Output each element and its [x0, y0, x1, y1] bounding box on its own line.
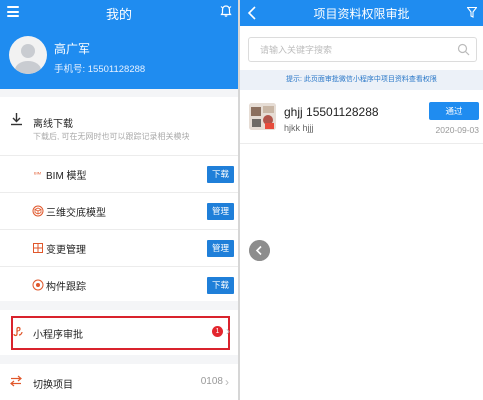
switch-project-row[interactable]: 切换项目 0108 ›: [0, 364, 238, 400]
list-item-3d-model[interactable]: 三维交底模型 管理: [0, 193, 238, 230]
page-title: 我的: [105, 7, 132, 22]
floating-back-icon[interactable]: [249, 240, 270, 261]
list-item-label: BIM 模型: [46, 171, 87, 182]
user-phone: 手机号: 15501128288: [54, 64, 146, 75]
right-screen: 项目资料权限审批 提示: 此页面审批微信小程序中项目资料查看权限 ghjj 15…: [240, 0, 483, 400]
list-item-change-management[interactable]: 变更管理 管理: [0, 230, 238, 267]
top-bar: 我的: [0, 0, 238, 26]
switch-icon: [10, 375, 22, 387]
notification-badge: 1: [212, 326, 223, 337]
page-title: 项目资料权限审批: [313, 7, 410, 21]
list-item-bim[interactable]: BIM BIM 模型 下载: [0, 156, 238, 193]
project-code: 0108: [200, 376, 223, 387]
profile-header: 我的 高广军 手机号: 15501128288: [0, 0, 238, 89]
applicant-name: ghjj 15501128288: [284, 105, 379, 119]
approval-record[interactable]: ghjj 15501128288 hjkk hjjj 通过 2020-09-03: [240, 96, 483, 144]
user-profile[interactable]: 高广军 手机号: 15501128288: [9, 36, 229, 76]
svg-text:BIM: BIM: [34, 171, 41, 176]
bim-icon: BIM: [34, 171, 41, 176]
list-item-label: 三维交底模型: [46, 208, 106, 219]
filter-icon[interactable]: [467, 7, 477, 18]
offline-download-row[interactable]: 离线下载 下载后, 可在无网时也可以跟踪记录相关模块: [0, 97, 238, 156]
search-input[interactable]: [249, 38, 449, 61]
download-icon: [11, 113, 22, 126]
applicant-info: hjkk hjjj: [284, 123, 314, 133]
left-screen: 我的 高广军 手机号: 15501128288 离线下载 下载后, 可在无网时也…: [0, 0, 238, 400]
approve-button[interactable]: 通过: [429, 102, 479, 120]
search-box[interactable]: [248, 37, 477, 62]
change-icon: [33, 243, 43, 253]
chevron-right-icon: ›: [225, 375, 229, 389]
list-item-label: 构件跟踪: [46, 282, 86, 293]
list-item-label: 变更管理: [46, 245, 86, 256]
download-button[interactable]: 下载: [206, 277, 234, 294]
cube-icon: [32, 205, 44, 217]
notification-icon[interactable]: [219, 4, 233, 18]
avatar[interactable]: [9, 36, 47, 74]
download-button[interactable]: 下载: [206, 166, 234, 183]
request-date: 2020-09-03: [435, 125, 479, 135]
search-icon[interactable]: [457, 43, 470, 56]
mini-program-row[interactable]: 小程序审批 1 ›: [0, 310, 238, 355]
approval-header: 项目资料权限审批: [240, 0, 483, 26]
manage-button[interactable]: 管理: [206, 240, 234, 257]
feature-list: 离线下载 下载后, 可在无网时也可以跟踪记录相关模块 BIM BIM 模型 下载…: [0, 97, 238, 301]
chevron-right-icon: ›: [226, 324, 230, 338]
mini-program-label: 小程序审批: [33, 330, 83, 341]
list-item-component-tracking[interactable]: 构件跟踪 下载: [0, 267, 238, 304]
track-icon: [32, 279, 44, 291]
manage-button[interactable]: 管理: [206, 203, 234, 220]
offline-download-desc: 下载后, 可在无网时也可以跟踪记录相关模块: [33, 132, 190, 141]
user-name: 高广军: [54, 42, 91, 56]
applicant-avatar: [249, 103, 276, 130]
mini-program-icon: [13, 326, 23, 337]
offline-download-title: 离线下载: [33, 119, 73, 130]
switch-project-label: 切换项目: [33, 380, 73, 391]
tip-banner: 提示: 此页面审批微信小程序中项目资料查看权限: [240, 70, 483, 90]
